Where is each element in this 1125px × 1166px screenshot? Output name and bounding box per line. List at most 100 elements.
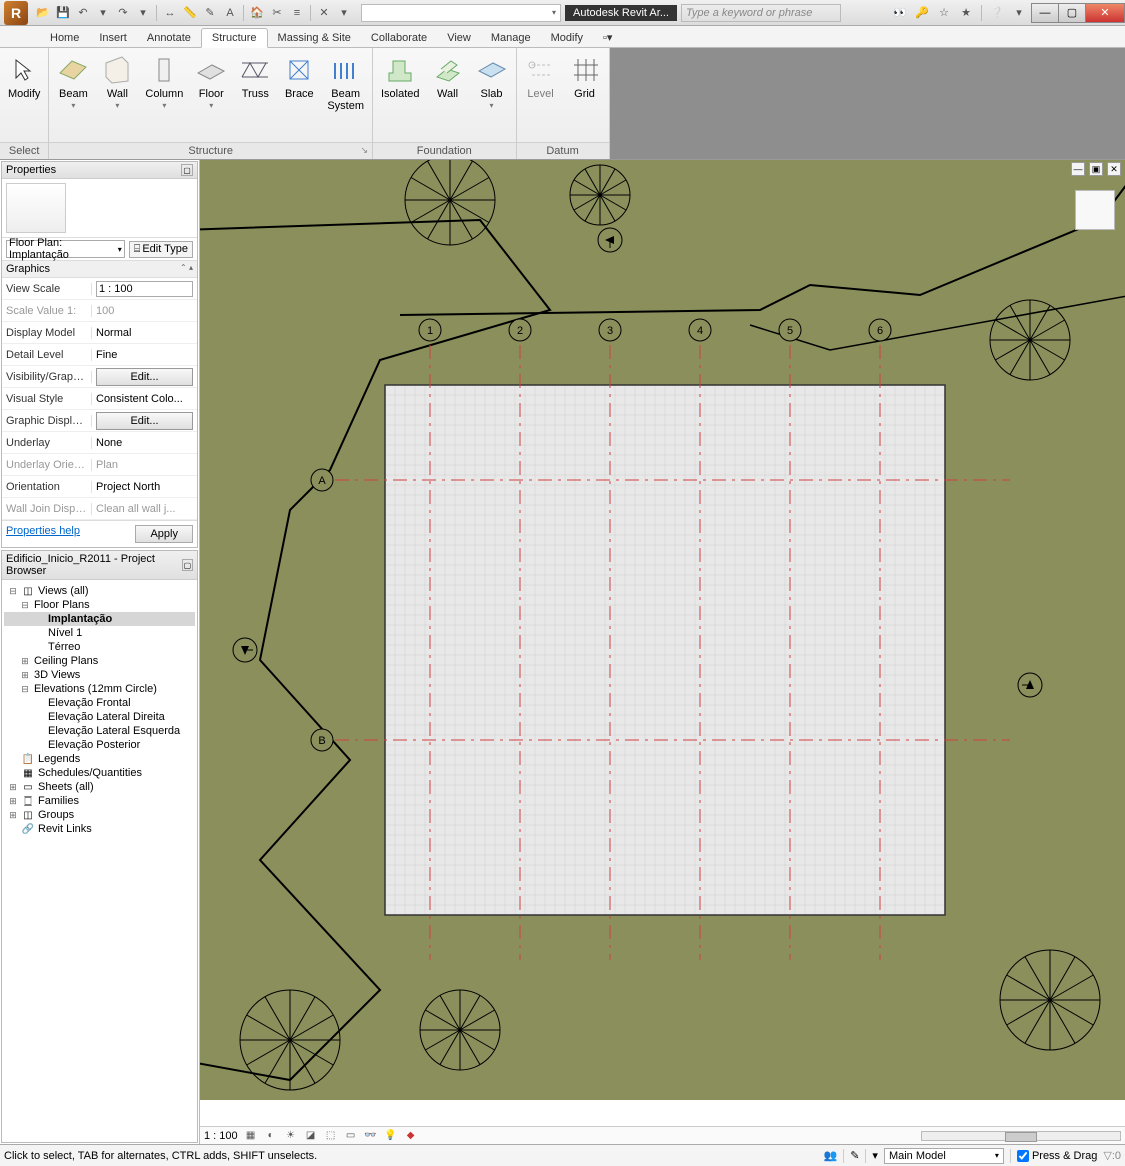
brace-button[interactable]: Brace bbox=[277, 50, 321, 140]
type-selector-drop[interactable]: Floor Plan: Implantação bbox=[6, 240, 125, 258]
property-value[interactable]: Clean all wall j... bbox=[92, 503, 197, 515]
tab-expand-icon[interactable]: ▫▾ bbox=[593, 28, 622, 47]
filter-icon[interactable]: ▽:0 bbox=[1103, 1149, 1121, 1162]
property-value[interactable]: Edit... bbox=[92, 412, 197, 430]
tree-item[interactable]: ⊟Floor Plans bbox=[4, 598, 195, 612]
app-menu-button[interactable]: R bbox=[4, 1, 28, 25]
tree-item[interactable]: 🔗Revit Links bbox=[4, 822, 195, 836]
property-value[interactable]: Normal bbox=[92, 327, 197, 339]
tree-item[interactable]: Implantação bbox=[4, 612, 195, 626]
isolated-button[interactable]: Isolated bbox=[375, 50, 426, 140]
project-browser-header[interactable]: Edificio_Inicio_R2011 - Project Browser … bbox=[2, 551, 197, 580]
tree-toggle-icon[interactable]: ⊟ bbox=[20, 684, 30, 695]
worksharing-icon[interactable]: ◆ bbox=[404, 1129, 418, 1143]
close-button[interactable]: ✕ bbox=[1085, 3, 1125, 23]
tab-view[interactable]: View bbox=[437, 29, 481, 47]
tab-structure[interactable]: Structure bbox=[201, 28, 268, 48]
visual-style-icon[interactable]: ◐ bbox=[264, 1129, 278, 1143]
property-value[interactable]: None bbox=[92, 437, 197, 449]
property-value[interactable]: Edit... bbox=[92, 368, 197, 386]
tab-collaborate[interactable]: Collaborate bbox=[361, 29, 437, 47]
tree-item[interactable]: ⊟Elevations (12mm Circle) bbox=[4, 682, 195, 696]
help-icon[interactable]: ❔ bbox=[988, 4, 1006, 22]
align-dim-icon[interactable]: 📏 bbox=[181, 4, 199, 22]
editable-only-icon[interactable]: ✎ bbox=[850, 1149, 859, 1162]
tree-toggle-icon[interactable]: ⊞ bbox=[20, 656, 30, 667]
edit-button[interactable]: Edit... bbox=[96, 368, 193, 386]
horizontal-scrollbar[interactable] bbox=[921, 1131, 1121, 1141]
view-restore-icon[interactable]: ▣ bbox=[1089, 162, 1103, 176]
properties-header[interactable]: Properties ▢ bbox=[2, 162, 197, 179]
close-windows-icon[interactable]: ✕ bbox=[315, 4, 333, 22]
property-value[interactable]: 100 bbox=[92, 305, 197, 317]
property-value[interactable]: Project North bbox=[92, 481, 197, 493]
tree-toggle-icon[interactable]: ⊞ bbox=[8, 782, 18, 793]
tree-toggle-icon[interactable]: ⊞ bbox=[20, 670, 30, 681]
property-value[interactable]: Plan bbox=[92, 459, 197, 471]
workset-drop[interactable]: Main Model bbox=[884, 1148, 1004, 1164]
worksets-icon[interactable]: 👥 bbox=[823, 1149, 837, 1162]
slab-button[interactable]: Slab▾ bbox=[470, 50, 514, 140]
recent-files-drop[interactable] bbox=[361, 4, 561, 22]
navigation-cube[interactable] bbox=[1075, 190, 1115, 230]
binoculars-icon[interactable]: 👀 bbox=[891, 4, 909, 22]
properties-section-graphics[interactable]: Graphics⌃ ▴ bbox=[2, 261, 197, 278]
tree-toggle-icon[interactable]: ⊞ bbox=[8, 796, 18, 807]
tree-item[interactable]: Elevação Lateral Direita bbox=[4, 710, 195, 724]
reveal-hidden-icon[interactable]: 💡 bbox=[384, 1129, 398, 1143]
design-options-icon[interactable]: ▾ bbox=[872, 1149, 878, 1162]
property-value[interactable]: Fine bbox=[92, 349, 197, 361]
grid-button[interactable]: Grid bbox=[563, 50, 607, 140]
property-input[interactable] bbox=[96, 281, 193, 297]
help-drop-icon[interactable]: ▾ bbox=[1010, 4, 1028, 22]
view-minimize-icon[interactable]: — bbox=[1071, 162, 1085, 176]
tree-item[interactable]: Elevação Lateral Esquerda bbox=[4, 724, 195, 738]
tree-toggle-icon[interactable]: ⊟ bbox=[8, 586, 18, 597]
sun-path-icon[interactable]: ☀ bbox=[284, 1129, 298, 1143]
tree-item[interactable]: ⊞▭Sheets (all) bbox=[4, 780, 195, 794]
tab-manage[interactable]: Manage bbox=[481, 29, 541, 47]
save-icon[interactable]: 💾 bbox=[54, 4, 72, 22]
drawing-canvas[interactable]: 123456AB bbox=[200, 160, 1125, 1126]
wall-button[interactable]: Wall▾ bbox=[95, 50, 139, 140]
edit-type-button[interactable]: ⌸Edit Type bbox=[129, 241, 193, 258]
tree-item[interactable]: Térreo bbox=[4, 640, 195, 654]
undo-drop-icon[interactable]: ▾ bbox=[94, 4, 112, 22]
show-crop-icon[interactable]: ▭ bbox=[344, 1129, 358, 1143]
tree-item[interactable]: ⊞3D Views bbox=[4, 668, 195, 682]
dialog-launcher-icon[interactable]: ↘ bbox=[360, 145, 368, 156]
view-close-icon[interactable]: ✕ bbox=[1107, 162, 1121, 176]
view-scale-label[interactable]: 1 : 100 bbox=[204, 1130, 238, 1142]
temp-hide-icon[interactable]: 👓 bbox=[364, 1129, 378, 1143]
tab-insert[interactable]: Insert bbox=[89, 29, 137, 47]
tab-massing-site[interactable]: Massing & Site bbox=[268, 29, 361, 47]
tree-item[interactable]: ⊞🀆Families bbox=[4, 794, 195, 808]
minimize-button[interactable]: — bbox=[1031, 3, 1059, 23]
undo-icon[interactable]: ↶ bbox=[74, 4, 92, 22]
key-icon[interactable]: 🔑 bbox=[913, 4, 931, 22]
property-value[interactable]: Consistent Colo... bbox=[92, 393, 197, 405]
switch-windows-icon[interactable]: ▾ bbox=[335, 4, 353, 22]
tree-item[interactable]: ⊞◫Groups bbox=[4, 808, 195, 822]
redo-icon[interactable]: ↷ bbox=[114, 4, 132, 22]
shadows-icon[interactable]: ◪ bbox=[304, 1129, 318, 1143]
column-button[interactable]: Column▾ bbox=[139, 50, 189, 140]
tab-modify[interactable]: Modify bbox=[541, 29, 593, 47]
tree-item[interactable]: Elevação Frontal bbox=[4, 696, 195, 710]
property-value[interactable] bbox=[92, 281, 197, 297]
tree-item[interactable]: 📋Legends bbox=[4, 752, 195, 766]
maximize-button[interactable]: ▢ bbox=[1058, 3, 1086, 23]
press-drag-checkbox[interactable] bbox=[1017, 1150, 1029, 1162]
panel-close-icon[interactable]: ▢ bbox=[182, 559, 193, 571]
thin-lines-icon[interactable]: ≡ bbox=[288, 4, 306, 22]
edit-button[interactable]: Edit... bbox=[96, 412, 193, 430]
tree-item[interactable]: Nível 1 bbox=[4, 626, 195, 640]
section-icon[interactable]: ✂ bbox=[268, 4, 286, 22]
properties-help-link[interactable]: Properties help bbox=[6, 525, 80, 543]
press-drag-toggle[interactable]: Press & Drag bbox=[1017, 1150, 1097, 1162]
beam-button[interactable]: Beam▾ bbox=[51, 50, 95, 140]
apply-button[interactable]: Apply bbox=[135, 525, 193, 543]
detail-level-icon[interactable]: ▦ bbox=[244, 1129, 258, 1143]
search-input[interactable]: Type a keyword or phrase bbox=[681, 4, 841, 22]
tree-item[interactable]: ▦Schedules/Quantities bbox=[4, 766, 195, 780]
